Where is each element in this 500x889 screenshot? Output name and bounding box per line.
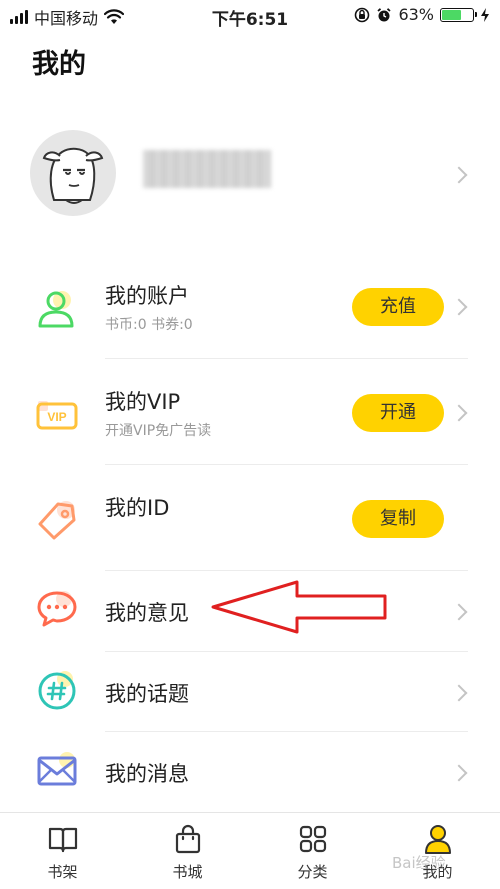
annotation-arrow-icon <box>211 580 387 634</box>
watermark: Bai经验 <box>392 854 446 872</box>
book-icon <box>48 827 78 853</box>
tab-mine[interactable]: 我的 <box>375 813 500 889</box>
shopping-bag-icon <box>175 824 201 854</box>
tab-label: 书城 <box>172 863 203 881</box>
profile-icon <box>425 825 451 854</box>
tab-bar: 书架 书城 分类 我的 <box>0 812 500 889</box>
tab-bookstore[interactable]: 书城 <box>125 813 250 889</box>
tab-label: 分类 <box>297 863 328 881</box>
tab-categories[interactable]: 分类 <box>250 813 375 889</box>
tab-label: 书架 <box>47 863 78 881</box>
tab-bookshelf[interactable]: 书架 <box>0 813 125 889</box>
grid-icon <box>299 825 327 853</box>
